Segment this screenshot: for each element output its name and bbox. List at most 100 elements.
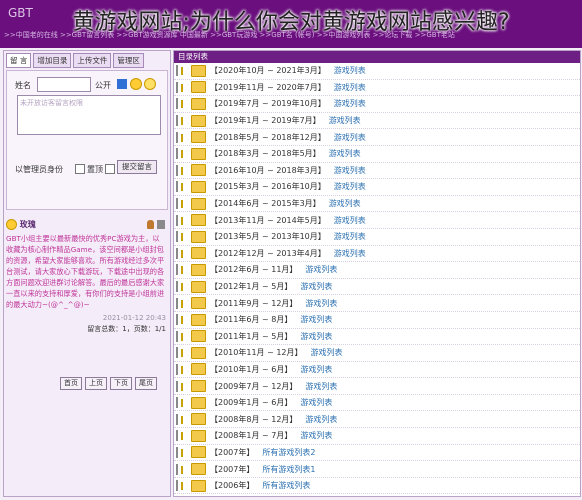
directory-range[interactable]: 【2019年1月 ~ 2019年7月】 — [210, 115, 321, 126]
folder-icon[interactable] — [191, 363, 206, 376]
directory-range[interactable]: 【2011年1月 ~ 5月】 — [210, 331, 292, 342]
game-list-link[interactable]: 游戏列表 — [300, 331, 332, 342]
submit-message-button[interactable]: 提交留言 — [117, 160, 157, 174]
game-list-link[interactable]: 所有游戏列表2 — [262, 447, 315, 458]
first-page-button[interactable]: 首页 — [60, 377, 82, 390]
game-list-link[interactable]: 游戏列表 — [329, 198, 361, 209]
folder-icon[interactable] — [191, 197, 206, 210]
directory-range[interactable]: 【2020年10月 ~ 2021年3月】 — [210, 65, 326, 76]
folder-icon[interactable] — [191, 297, 206, 310]
game-list-link[interactable]: 游戏列表 — [334, 98, 366, 109]
directory-range[interactable]: 【2008年1月 ~ 7月】 — [210, 430, 292, 441]
directory-range[interactable]: 【2018年3月 ~ 2018年5月】 — [210, 148, 321, 159]
folder-icon[interactable] — [191, 147, 206, 160]
folder-icon[interactable] — [191, 263, 206, 276]
admin-checkbox[interactable] — [75, 164, 85, 174]
directory-row: 【2013年11月 ~ 2014年5月】 游戏列表 — [174, 212, 580, 229]
tab-upload-file[interactable]: 上传文件 — [73, 53, 112, 68]
folder-icon[interactable] — [191, 180, 206, 193]
game-list-link[interactable]: 游戏列表 — [300, 430, 332, 441]
directory-range[interactable]: 【2011年9月 ~ 12月】 — [210, 298, 297, 309]
name-input[interactable] — [37, 77, 91, 92]
directory-range[interactable]: 【2012年6月 ~ 11月】 — [210, 264, 297, 275]
message-textarea[interactable]: 未开放访客留言权限 — [17, 95, 161, 135]
last-page-button[interactable]: 尾页 — [135, 377, 157, 390]
pin-checkbox[interactable] — [105, 164, 115, 174]
folder-icon[interactable] — [191, 131, 206, 144]
public-checkbox[interactable] — [117, 79, 127, 89]
tab-admin[interactable]: 管理区 — [113, 53, 144, 68]
game-list-link[interactable]: 游戏列表 — [334, 231, 366, 242]
folder-icon[interactable] — [191, 64, 206, 77]
folder-icon[interactable] — [191, 214, 206, 227]
directory-range[interactable]: 【2007年】 — [210, 447, 254, 458]
public-label: 公开 — [95, 81, 111, 90]
folder-icon[interactable] — [191, 247, 206, 260]
directory-range[interactable]: 【2013年5月 ~ 2013年10月】 — [210, 231, 326, 242]
game-list-link[interactable]: 游戏列表 — [334, 165, 366, 176]
directory-range[interactable]: 【2019年11月 ~ 2020年7月】 — [210, 82, 326, 93]
game-list-link[interactable]: 游戏列表 — [305, 298, 337, 309]
game-list-link[interactable]: 游戏列表 — [300, 397, 332, 408]
game-list-link[interactable]: 游戏列表 — [300, 314, 332, 325]
folder-icon[interactable] — [191, 346, 206, 359]
game-list-link[interactable]: 所有游戏列表1 — [262, 464, 315, 475]
directory-row: 【2018年3月 ~ 2018年5月】 游戏列表 — [174, 146, 580, 163]
next-page-button[interactable]: 下页 — [110, 377, 132, 390]
folder-icon[interactable] — [191, 446, 206, 459]
folder-icon[interactable] — [191, 81, 206, 94]
game-list-link[interactable]: 游戏列表 — [300, 281, 332, 292]
folder-icon[interactable] — [191, 396, 206, 409]
game-list-link[interactable]: 游戏列表 — [334, 181, 366, 192]
folder-icon[interactable] — [191, 97, 206, 110]
folder-icon[interactable] — [191, 230, 206, 243]
tab-guestbook[interactable]: 留 言 — [6, 53, 32, 68]
directory-range[interactable]: 【2019年7月 ~ 2019年10月】 — [210, 98, 326, 109]
game-list-link[interactable]: 游戏列表 — [334, 65, 366, 76]
game-list-link[interactable]: 游戏列表 — [334, 82, 366, 93]
game-list-link[interactable]: 游戏列表 — [334, 132, 366, 143]
directory-range[interactable]: 【2018年5月 ~ 2018年12月】 — [210, 132, 326, 143]
folder-icon[interactable] — [191, 380, 206, 393]
directory-range[interactable]: 【2016年10月 ~ 2018年3月】 — [210, 165, 326, 176]
directory-range[interactable]: 【2007年】 — [210, 464, 254, 475]
folder-icon[interactable] — [191, 280, 206, 293]
game-list-link[interactable]: 游戏列表 — [329, 148, 361, 159]
directory-range[interactable]: 【2015年3月 ~ 2016年10月】 — [210, 181, 326, 192]
game-list-link[interactable]: 游戏列表 — [311, 347, 343, 358]
folder-icon[interactable] — [191, 463, 206, 476]
folder-icon[interactable] — [191, 313, 206, 326]
directory-range[interactable]: 【2010年1月 ~ 6月】 — [210, 364, 292, 375]
directory-range[interactable]: 【2012年12月 ~ 2013年4月】 — [210, 248, 326, 259]
game-list-link[interactable]: 游戏列表 — [329, 115, 361, 126]
game-list-link[interactable]: 游戏列表 — [300, 364, 332, 375]
directory-range[interactable]: 【2009年1月 ~ 6月】 — [210, 397, 292, 408]
directory-range[interactable]: 【2011年6月 ~ 8月】 — [210, 314, 292, 325]
folder-icon[interactable] — [191, 330, 206, 343]
folder-icon[interactable] — [191, 114, 206, 127]
game-list-link[interactable]: 所有游戏列表 — [262, 480, 310, 491]
directory-range[interactable]: 【2006年】 — [210, 480, 254, 491]
folder-icon[interactable] — [191, 413, 206, 426]
directory-range[interactable]: 【2009年7月 ~ 12月】 — [210, 381, 297, 392]
tree-line-icon — [176, 98, 188, 110]
emoji-icon[interactable] — [130, 78, 142, 90]
game-list-link[interactable]: 游戏列表 — [334, 215, 366, 226]
directory-range[interactable]: 【2010年11月 ~ 12月】 — [210, 347, 303, 358]
tree-line-icon — [176, 115, 188, 127]
directory-range[interactable]: 【2013年11月 ~ 2014年5月】 — [210, 215, 326, 226]
directory-range[interactable]: 【2012年1月 ~ 5月】 — [210, 281, 292, 292]
game-list-link[interactable]: 游戏列表 — [305, 414, 337, 425]
game-list-link[interactable]: 游戏列表 — [334, 248, 366, 259]
folder-icon[interactable] — [191, 429, 206, 442]
game-list-link[interactable]: 游戏列表 — [305, 381, 337, 392]
folder-icon[interactable] — [191, 164, 206, 177]
folder-icon[interactable] — [191, 479, 206, 492]
prev-page-button[interactable]: 上页 — [85, 377, 107, 390]
message-body: GBT小组主要以最新最快的优秀PC游戏为主，以收藏为核心制作精品Game，该空间… — [6, 234, 165, 309]
directory-range[interactable]: 【2008年8月 ~ 12月】 — [210, 414, 297, 425]
game-list-link[interactable]: 游戏列表 — [305, 264, 337, 275]
tab-add-directory[interactable]: 增加目录 — [33, 53, 72, 68]
directory-range[interactable]: 【2014年6月 ~ 2015年3月】 — [210, 198, 321, 209]
emoji-picker-icon[interactable] — [144, 78, 156, 90]
